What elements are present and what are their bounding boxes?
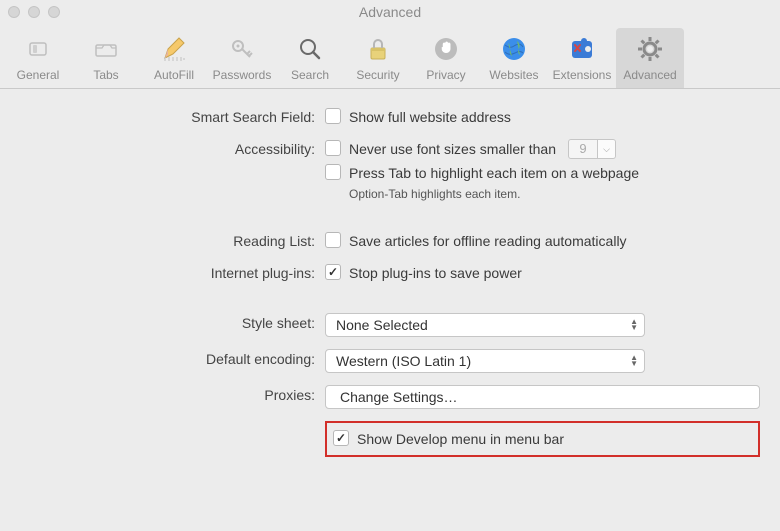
style-sheet-value: None Selected	[336, 317, 428, 333]
pencil-icon	[157, 32, 191, 66]
show-full-address-checkbox[interactable]	[325, 108, 341, 124]
tab-extensions[interactable]: Extensions	[548, 28, 616, 88]
internet-plugins-label: Internet plug-ins:	[20, 263, 325, 281]
tab-websites[interactable]: Websites	[480, 28, 548, 88]
close-window-button[interactable]	[8, 6, 20, 18]
tab-label: Privacy	[426, 68, 465, 82]
tab-label: Websites	[489, 68, 538, 82]
default-encoding-value: Western (ISO Latin 1)	[336, 353, 471, 369]
tab-label: Advanced	[623, 68, 676, 82]
min-font-size-field[interactable]: 9	[568, 139, 598, 159]
accessibility-label: Accessibility:	[20, 139, 325, 157]
change-settings-button[interactable]: Change Settings…	[325, 385, 760, 409]
show-full-address-text: Show full website address	[349, 107, 511, 127]
press-tab-text: Press Tab to highlight each item on a we…	[349, 163, 639, 183]
tab-label: General	[17, 68, 60, 82]
globe-icon	[497, 32, 531, 66]
search-icon	[293, 32, 327, 66]
tab-label: Search	[291, 68, 329, 82]
lock-icon	[361, 32, 395, 66]
tab-privacy[interactable]: Privacy	[412, 28, 480, 88]
gear-icon	[633, 32, 667, 66]
tab-label: Tabs	[93, 68, 118, 82]
tab-general[interactable]: General	[4, 28, 72, 88]
switch-icon	[21, 32, 55, 66]
style-sheet-label: Style sheet:	[20, 313, 325, 331]
press-tab-checkbox[interactable]	[325, 164, 341, 180]
show-develop-menu-checkbox[interactable]	[333, 430, 349, 446]
chevron-up-down-icon: ▲▼	[630, 319, 638, 331]
save-offline-checkbox[interactable]	[325, 232, 341, 248]
tab-security[interactable]: Security	[344, 28, 412, 88]
minimize-window-button[interactable]	[28, 6, 40, 18]
save-offline-text: Save articles for offline reading automa…	[349, 231, 627, 251]
min-font-size-text: Never use font sizes smaller than	[349, 139, 556, 159]
tab-label: Extensions	[553, 68, 612, 82]
toolbar: General Tabs AutoFill Passwords Search	[0, 24, 780, 89]
change-settings-text: Change Settings…	[340, 389, 458, 405]
window-controls	[8, 6, 60, 18]
style-sheet-select[interactable]: None Selected ▲▼	[325, 313, 645, 337]
smart-search-label: Smart Search Field:	[20, 107, 325, 125]
tab-autofill[interactable]: AutoFill	[140, 28, 208, 88]
tab-tabs[interactable]: Tabs	[72, 28, 140, 88]
tab-label: AutoFill	[154, 68, 194, 82]
stop-plugins-checkbox[interactable]	[325, 264, 341, 280]
develop-highlight: Show Develop menu in menu bar	[325, 421, 760, 457]
tabs-icon	[89, 32, 123, 66]
chevron-up-down-icon: ▲▼	[630, 355, 638, 367]
default-encoding-label: Default encoding:	[20, 349, 325, 367]
default-encoding-select[interactable]: Western (ISO Latin 1) ▲▼	[325, 349, 645, 373]
proxies-label: Proxies:	[20, 385, 325, 403]
tab-search[interactable]: Search	[276, 28, 344, 88]
preferences-window: Advanced General Tabs AutoFill Passwor	[0, 0, 780, 531]
tab-label: Security	[356, 68, 399, 82]
reading-list-label: Reading List:	[20, 231, 325, 249]
window-title: Advanced	[0, 4, 780, 20]
hand-icon	[429, 32, 463, 66]
tab-advanced[interactable]: Advanced	[616, 28, 684, 88]
min-font-size-checkbox[interactable]	[325, 140, 341, 156]
titlebar: Advanced	[0, 0, 780, 24]
stop-plugins-text: Stop plug-ins to save power	[349, 263, 522, 283]
tab-label: Passwords	[213, 68, 272, 82]
zoom-window-button[interactable]	[48, 6, 60, 18]
tab-passwords[interactable]: Passwords	[208, 28, 276, 88]
puzzle-icon	[565, 32, 599, 66]
min-font-size-stepper[interactable]: ⌵	[598, 139, 616, 159]
show-develop-menu-text: Show Develop menu in menu bar	[357, 429, 564, 449]
key-icon	[225, 32, 259, 66]
content-area: Smart Search Field: Show full website ad…	[0, 89, 780, 531]
option-tab-hint: Option-Tab highlights each item.	[349, 187, 760, 201]
